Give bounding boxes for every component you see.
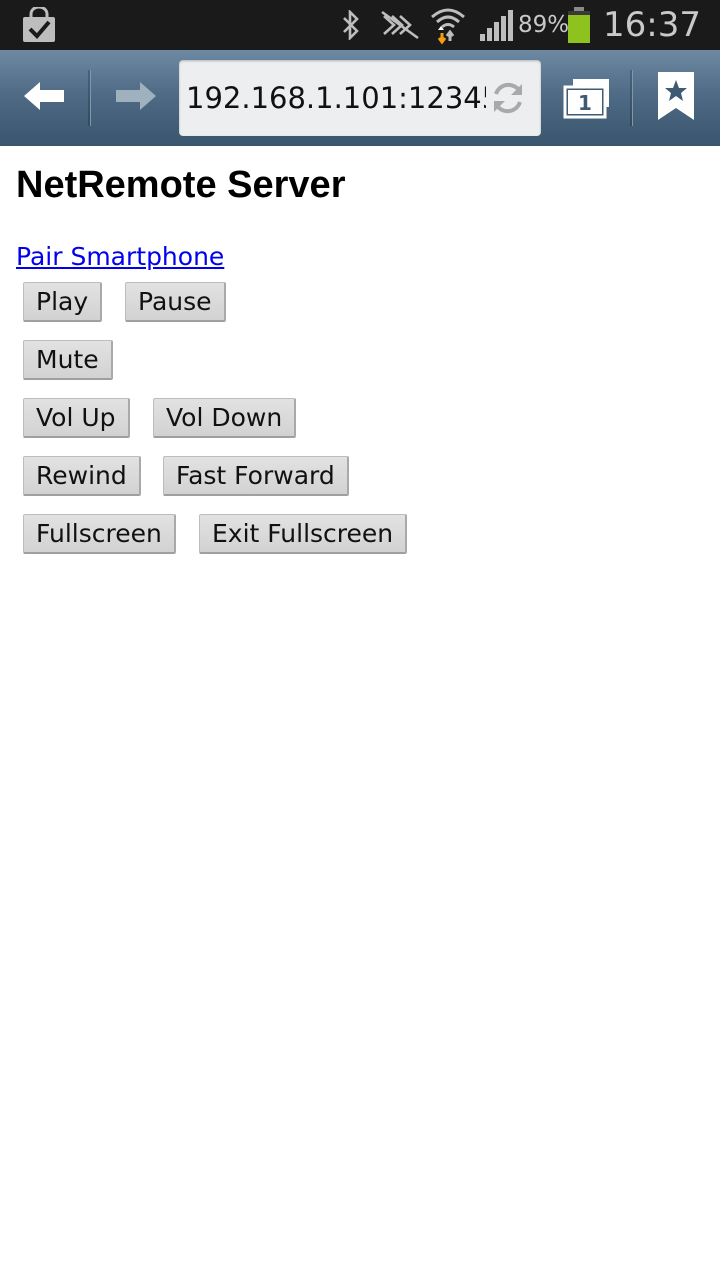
tabs-button[interactable]: 1: [556, 70, 616, 126]
battery-icon: [566, 0, 592, 50]
toolbar-divider: [88, 70, 91, 126]
forward-arrow-icon: [114, 80, 158, 117]
wifi-download-icon: [430, 0, 466, 50]
vol-up-button[interactable]: Vol Up: [23, 398, 130, 438]
fullscreen-button[interactable]: Fullscreen: [23, 514, 176, 554]
toolbar-divider: [630, 70, 633, 126]
vol-down-button[interactable]: Vol Down: [153, 398, 297, 438]
exit-fullscreen-button[interactable]: Exit Fullscreen: [199, 514, 408, 554]
shopping-bag-check-icon: [20, 0, 58, 50]
bookmark-icon: [656, 70, 696, 127]
nfc-muted-icon: [380, 0, 420, 50]
address-bar[interactable]: 192.168.1.101:12345: [179, 60, 541, 136]
reload-icon[interactable]: [489, 79, 527, 117]
pair-smartphone-link[interactable]: Pair Smartphone: [16, 242, 224, 271]
rewind-button[interactable]: Rewind: [23, 456, 141, 496]
status-bar: 89% 16:37: [0, 0, 720, 50]
battery-percent: 89%: [518, 12, 570, 38]
bluetooth-icon: [341, 0, 361, 50]
page-title: NetRemote Server: [16, 164, 346, 206]
tab-count: 1: [578, 91, 592, 115]
tabs-icon: 1: [559, 76, 613, 120]
back-arrow-icon: [22, 80, 66, 117]
play-button[interactable]: Play: [23, 282, 103, 322]
signal-bars-icon: [478, 0, 514, 50]
clock: 16:37: [603, 5, 701, 45]
fast-forward-button[interactable]: Fast Forward: [163, 456, 349, 496]
pause-button[interactable]: Pause: [125, 282, 226, 322]
url-text[interactable]: 192.168.1.101:12345: [186, 60, 486, 136]
mute-button[interactable]: Mute: [23, 340, 113, 380]
back-button[interactable]: [14, 70, 74, 126]
forward-button[interactable]: [106, 70, 166, 126]
bookmarks-button[interactable]: [646, 68, 706, 128]
browser-toolbar: 192.168.1.101:12345 1: [0, 50, 720, 146]
